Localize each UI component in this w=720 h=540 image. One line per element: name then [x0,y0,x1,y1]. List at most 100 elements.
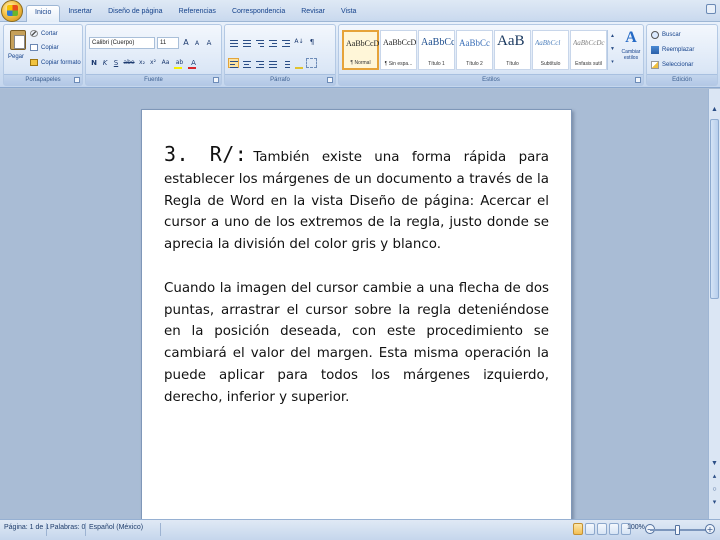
next-page-icon[interactable]: ▾ [710,498,719,508]
styles-launcher-icon[interactable] [635,77,641,83]
tab-revisar[interactable]: Revisar [293,5,333,22]
style-sample: AaBbCcDc [346,39,379,48]
format-painter-button[interactable]: Copiar formato [30,59,81,66]
document-page[interactable]: 3. R/: También existe una forma rápida pa… [141,109,572,521]
style-titulo[interactable]: AaB Título [494,30,531,70]
font-group: Calibri (Cuerpo) 11 A A A N K S abe x₂ x… [85,24,222,86]
select-button[interactable]: Seleccionar [651,61,693,69]
font-launcher-icon[interactable] [213,77,219,83]
borders-icon[interactable] [306,58,317,68]
style-sample: AaBbCcDc [573,39,605,47]
decrease-indent-icon[interactable] [267,37,278,47]
font-name-box[interactable]: Calibri (Cuerpo) [89,37,155,49]
style-sample: AaBbCcl [535,39,561,47]
cut-label: Cortar [41,30,58,37]
status-divider [46,523,47,536]
bullets-icon[interactable] [228,37,239,47]
tab-correspondencia[interactable]: Correspondencia [224,5,293,22]
zoom-in-icon[interactable]: + [705,524,715,534]
shrink-font-button[interactable]: A [192,39,202,49]
office-button[interactable] [1,0,23,22]
highlight-button[interactable]: ab [173,58,186,69]
tab-referencias[interactable]: Referencias [171,5,224,22]
language-indicator[interactable]: Español (México) [89,524,143,531]
style-sample: AaBbCc [421,37,454,48]
superscript-button[interactable]: x² [148,58,158,68]
bold-button[interactable]: N [89,58,99,68]
clipboard-launcher-icon[interactable] [74,77,80,83]
styles-group: AaBbCcDc ¶ Normal AaBbCcDc ¶ Sin espa...… [338,24,644,86]
zoom-slider[interactable] [650,525,708,535]
show-marks-button[interactable]: ¶ [307,37,317,47]
styles-scroll-up-icon[interactable]: ▲ [608,30,617,43]
web-layout-view-icon[interactable] [597,523,607,535]
style-normal[interactable]: AaBbCcDc ¶ Normal [342,30,379,70]
change-styles-button[interactable]: A Cambiar estilos [619,29,643,73]
style-name: Subtítulo [540,61,561,67]
previous-page-icon[interactable]: ▴ [710,472,719,482]
shading-icon[interactable] [293,58,304,69]
ruler-toggle-icon[interactable] [710,92,719,102]
scroll-down-icon[interactable]: ▼ [710,459,719,469]
font-color-label: A [191,59,196,67]
zoom-level[interactable]: 100% [627,524,645,531]
paste-icon[interactable] [10,30,26,50]
replace-icon [651,46,659,54]
align-left-icon[interactable] [228,58,239,68]
subscript-button[interactable]: x₂ [137,58,147,68]
find-button[interactable]: Buscar [651,31,681,39]
word-count[interactable]: Palabras: 0 [50,524,85,531]
ribbon: Pegar Cortar Copiar Copiar formato Porta… [0,22,720,88]
print-layout-view-icon[interactable] [573,523,583,535]
sort-button[interactable]: A↓ [293,37,305,47]
line-spacing-icon[interactable] [280,58,291,68]
document-paragraph-1: 3. R/: También existe una forma rápida pa… [164,142,549,256]
style-sample: AaBbCcDc [383,38,416,47]
styles-more-icon[interactable]: ▾ [608,56,617,69]
style-titulo-1[interactable]: AaBbCc Título 1 [418,30,455,70]
numbering-icon[interactable] [241,37,252,47]
styles-scroll-down-icon[interactable]: ▼ [608,43,617,56]
grow-font-button[interactable]: A [181,38,191,48]
multilevel-list-icon[interactable] [254,37,265,47]
copy-button[interactable]: Copiar [30,44,59,51]
strikethrough-button[interactable]: abe [122,58,136,68]
tab-inicio[interactable]: Inicio [26,5,61,22]
full-screen-reading-view-icon[interactable] [585,523,595,535]
vertical-scrollbar[interactable]: ▲ ▼ ▴ ○ ▾ [708,89,720,519]
tab-vista[interactable]: Vista [333,5,364,22]
change-case-button[interactable]: Aa [159,58,172,68]
select-icon [651,61,659,69]
paragraph-launcher-icon[interactable] [327,77,333,83]
page-count[interactable]: Página: 1 de 1 [4,524,49,531]
scroll-thumb[interactable] [710,119,719,299]
style-subtitulo[interactable]: AaBbCcl Subtítulo [532,30,569,70]
browse-object-icon[interactable]: ○ [710,485,719,495]
scroll-up-icon[interactable]: ▲ [710,105,719,115]
outline-view-icon[interactable] [609,523,619,535]
paste-button[interactable]: Pegar [8,54,24,60]
zoom-slider-thumb[interactable] [675,525,680,535]
help-icon[interactable] [706,4,716,14]
format-painter-icon [30,59,38,66]
answer-label: 3. R/: [164,142,248,166]
align-right-icon[interactable] [254,58,265,68]
style-sin-espaciado[interactable]: AaBbCcDc ¶ Sin espa... [380,30,417,70]
font-color-button[interactable]: A [187,58,200,69]
style-enfasis-sutil[interactable]: AaBbCcDc Énfasis sutil [570,30,607,70]
underline-button[interactable]: S [111,58,121,68]
document-body[interactable]: 3. R/: También existe una forma rápida pa… [164,142,549,430]
justify-icon[interactable] [267,58,278,68]
tab-diseno-de-pagina[interactable]: Diseño de página [100,5,171,22]
align-center-icon[interactable] [241,58,252,68]
tab-insertar[interactable]: Insertar [60,5,100,22]
font-size-box[interactable]: 11 [157,37,179,49]
increase-indent-icon[interactable] [280,37,291,47]
cut-button[interactable]: Cortar [30,30,58,37]
clear-format-button[interactable]: A [204,38,214,48]
font-color-bar [188,67,196,69]
italic-button[interactable]: K [100,58,110,68]
replace-button[interactable]: Reemplazar [651,46,694,54]
paragraph-group-label: Párrafo [225,74,335,85]
style-titulo-2[interactable]: AaBbCc Título 2 [456,30,493,70]
